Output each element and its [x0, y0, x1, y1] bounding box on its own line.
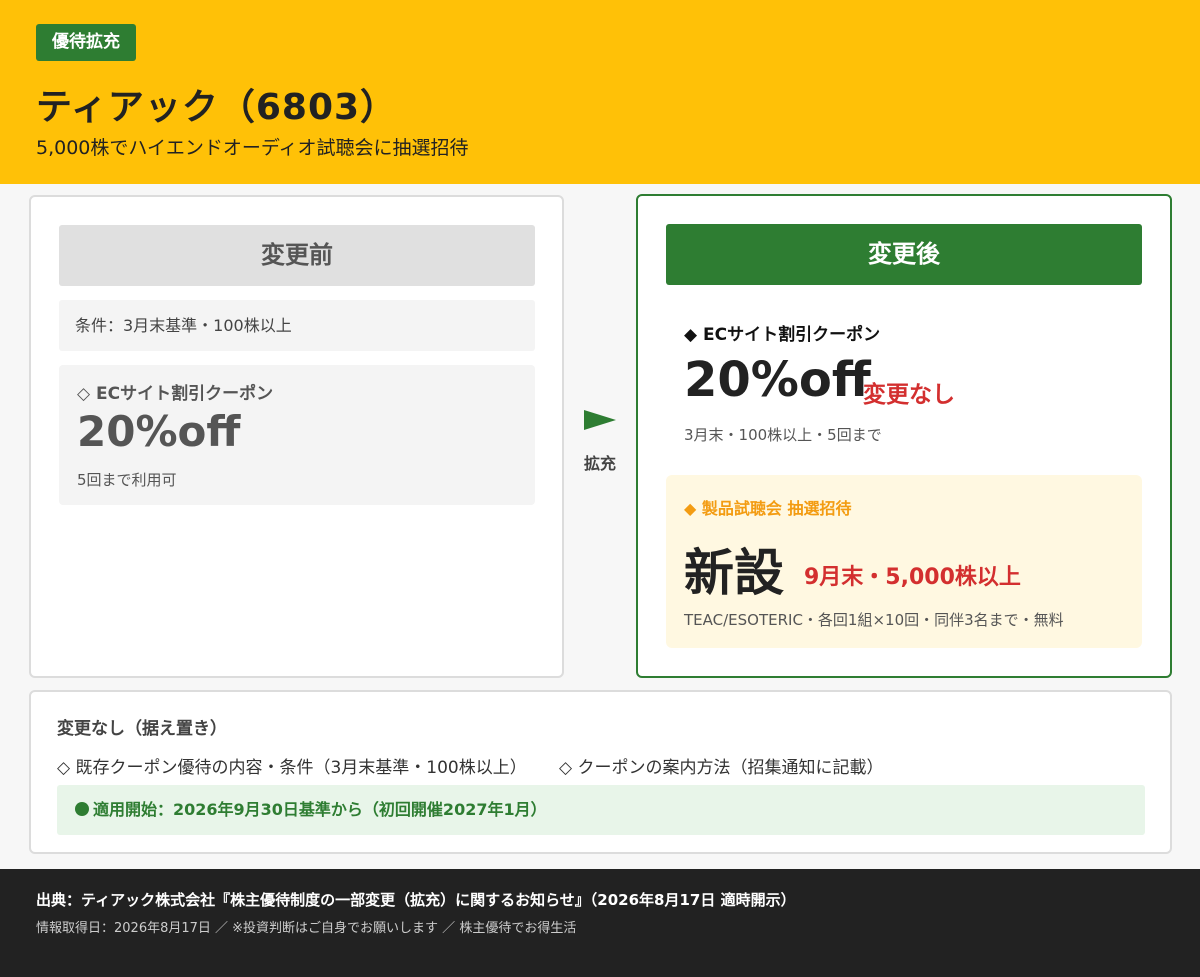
new-benefit-condition: 9月末・5,000株以上: [804, 565, 1021, 590]
arrow-right-icon: [584, 410, 616, 430]
new-benefit-value: 新設: [684, 544, 784, 602]
status-dot-icon: [75, 802, 89, 816]
ec-coupon-status: 変更なし: [863, 382, 955, 408]
before-condition: 条件：3月末基準・100株以上: [59, 300, 535, 351]
unchanged-item: ◇ クーポンの案内方法（招集通知に記載）: [559, 758, 884, 778]
before-card: 変更前 条件：3月末基準・100株以上 ◇ ECサイト割引クーポン 20%off…: [29, 195, 564, 678]
transition-label: 拡充: [584, 454, 617, 473]
status-badge: 優待拡充: [36, 24, 136, 61]
page-subtitle: 5,000株でハイエンドオーディオ試聴会に抽選招待: [36, 137, 469, 159]
ec-coupon-note: 3月末・100株以上・5回まで: [684, 426, 882, 444]
before-coupon-label: ◇ ECサイト割引クーポン: [77, 384, 274, 404]
before-heading: 変更前: [59, 225, 535, 286]
start-date-text: 適用開始：2026年9月30日基準から（初回開催2027年1月）: [93, 800, 547, 819]
unchanged-title: 変更なし（据え置き）: [57, 719, 227, 739]
unchanged-item: ◇ 既存クーポン優待の内容・条件（3月末基準・100株以上）: [57, 758, 527, 778]
info-text: 情報取得日：2026年8月17日 ／ ※投資判断はご自身でお願いします ／ 株主…: [36, 921, 577, 936]
ec-coupon-label: ◆ ECサイト割引クーポン: [684, 325, 881, 345]
before-coupon-value: 20%off: [77, 407, 241, 456]
new-benefit-note: TEAC/ESOTERIC・各回1組×10回・同伴3名まで・無料: [684, 611, 1064, 629]
new-benefit-box: ◆ 製品試聴会 抽選招待 新設 9月末・5,000株以上 TEAC/ESOTER…: [666, 475, 1142, 648]
before-coupon-note: 5回まで利用可: [77, 471, 177, 489]
unchanged-card: 変更なし（据え置き） ◇ 既存クーポン優待の内容・条件（3月末基準・100株以上…: [29, 690, 1172, 854]
page-title: ティアック（6803）: [36, 87, 398, 128]
before-coupon-box: ◇ ECサイト割引クーポン 20%off 5回まで利用可: [59, 365, 535, 505]
after-heading: 変更後: [666, 224, 1142, 285]
new-benefit-label: ◆ 製品試聴会 抽選招待: [684, 499, 852, 518]
after-card: 変更後 ◆ ECサイト割引クーポン 20%off 変更なし 3月末・100株以上…: [636, 194, 1172, 678]
start-date-banner: 適用開始：2026年9月30日基準から（初回開催2027年1月）: [57, 785, 1145, 835]
ec-coupon-value: 20%off: [684, 352, 871, 408]
footer: 出典：ティアック株式会社『株主優待制度の一部変更（拡充）に関するお知らせ』（20…: [0, 869, 1200, 977]
source-text: 出典：ティアック株式会社『株主優待制度の一部変更（拡充）に関するお知らせ』（20…: [36, 891, 796, 909]
header: 優待拡充 ティアック（6803） 5,000株でハイエンドオーディオ試聴会に抽選…: [0, 0, 1200, 184]
